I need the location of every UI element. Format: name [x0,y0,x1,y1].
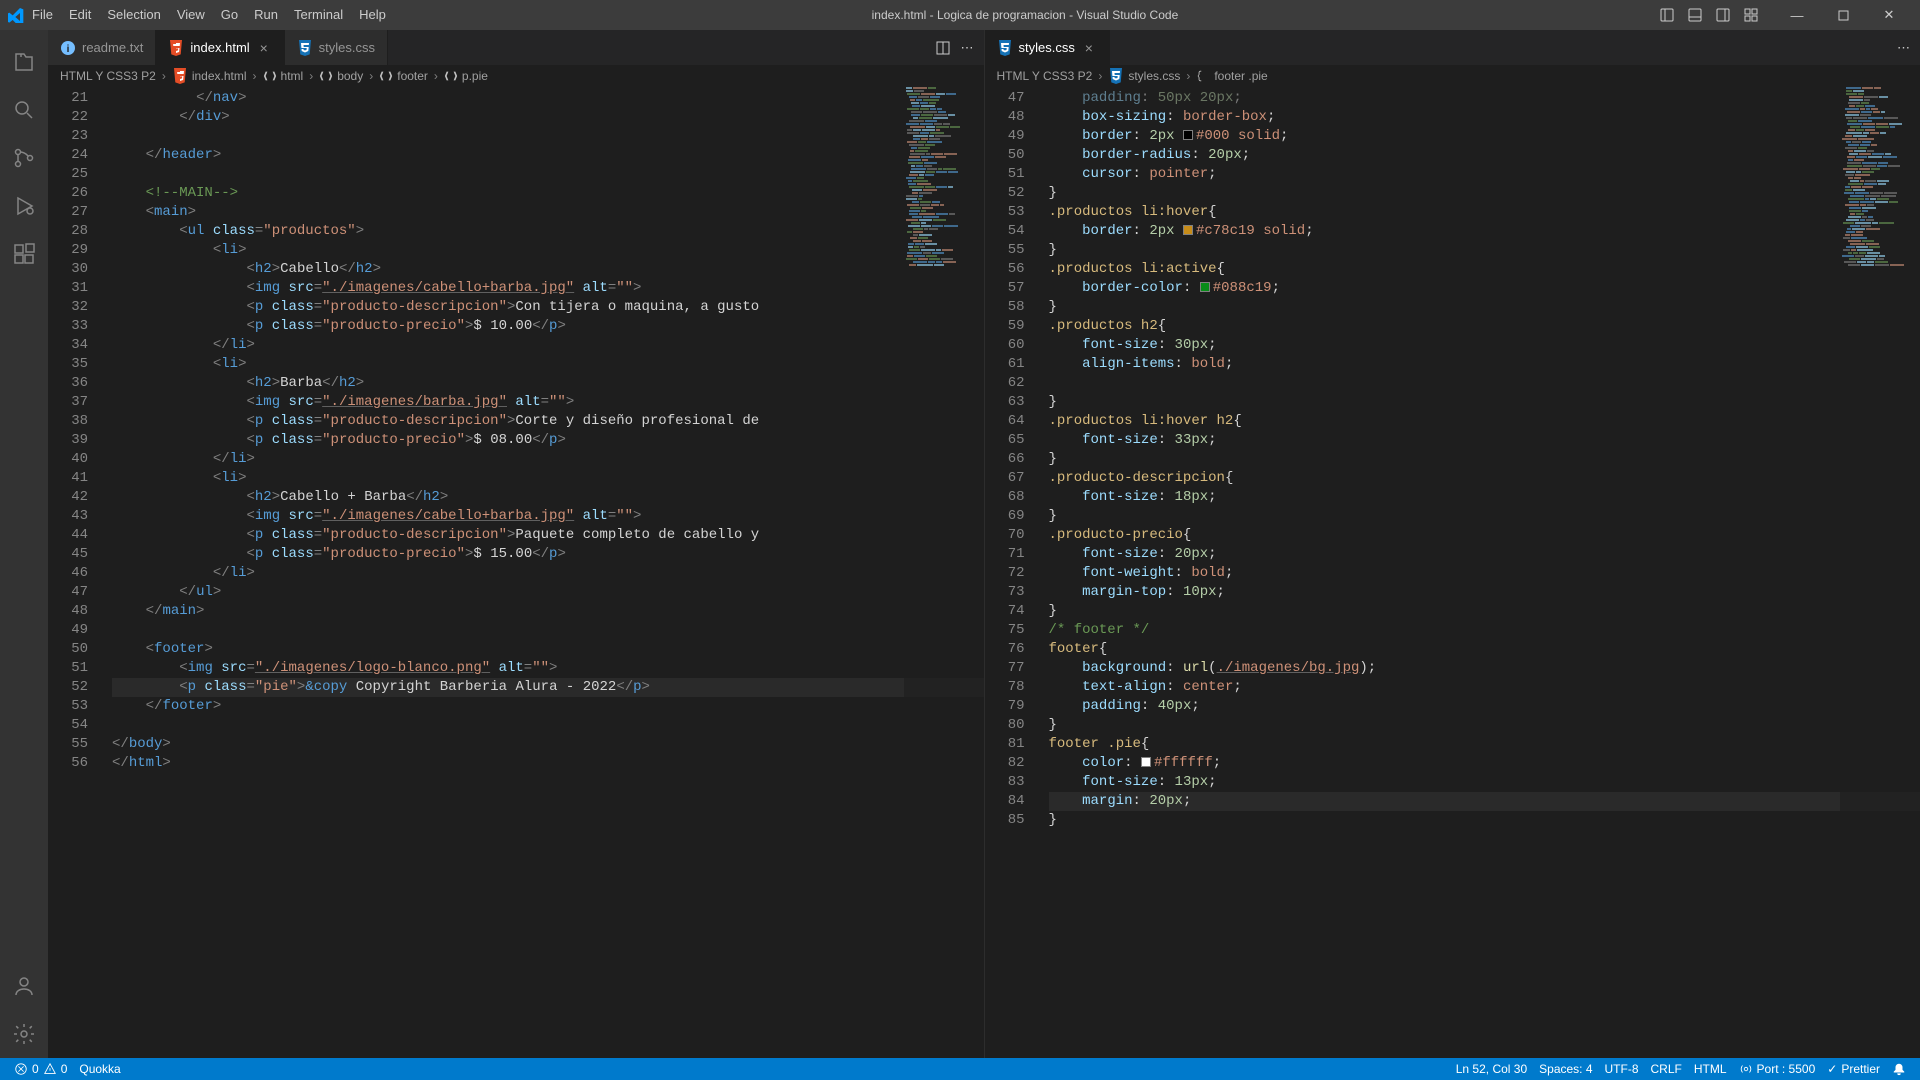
breadcrumb-left[interactable]: HTML Y CSS3 P2›index.html›html›body›foot… [48,65,984,87]
breadcrumb-item[interactable]: footer .pie [1196,69,1267,83]
tab-bar-right: styles.css × ⋯ [985,30,1920,65]
file-icon [997,40,1013,56]
activity-bar [0,30,48,1058]
status-language[interactable]: HTML [1688,1058,1733,1080]
customize-layout-icon[interactable] [1740,4,1762,26]
run-debug-icon[interactable] [0,182,48,230]
svg-text:i: i [67,44,70,55]
status-cursor-position[interactable]: Ln 52, Col 30 [1450,1058,1533,1080]
status-errors[interactable]: 0 0 [8,1058,73,1080]
breadcrumb-right[interactable]: HTML Y CSS3 P2›styles.css›footer .pie [985,65,1920,87]
tab-label: styles.css [1019,40,1075,55]
menu-edit[interactable]: Edit [61,0,99,30]
tab-readme-txt[interactable]: i readme.txt [48,30,156,65]
code-content-left[interactable]: </nav> </div> </header> <!--MAIN--> <mai… [106,87,984,1058]
status-bar: 0 0 Quokka Ln 52, Col 30 Spaces: 4 UTF-8… [0,1058,1920,1080]
file-icon [297,40,313,56]
status-encoding[interactable]: UTF-8 [1599,1058,1645,1080]
status-prettier[interactable]: ✓Prettier [1821,1058,1886,1080]
tab-label: readme.txt [82,40,143,55]
minimize-button[interactable]: — [1774,0,1820,30]
editor-pane-right: styles.css × ⋯ HTML Y CSS3 P2›styles.css›f… [985,30,1920,1058]
window-title: index.html - Logica de programacion - Vi… [394,8,1656,22]
file-icon: i [60,40,76,56]
file-icon [168,40,184,56]
menu-bar: File Edit Selection View Go Run Terminal… [24,0,394,30]
vscode-logo-icon [8,7,24,23]
editor-body-right[interactable]: 4748495051525354555657585960616263646566… [985,87,1920,1058]
close-button[interactable]: ✕ [1866,0,1912,30]
status-liveserver[interactable]: Port : 5500 [1733,1058,1822,1080]
extensions-icon[interactable] [0,230,48,278]
editor-pane-left: i readme.txt index.html × styles.css ⋯ HTML Y… [48,30,985,1058]
menu-view[interactable]: View [169,0,213,30]
status-indent[interactable]: Spaces: 4 [1533,1058,1598,1080]
breadcrumb-item[interactable]: body [319,69,363,83]
breadcrumb-item[interactable]: HTML Y CSS3 P2 [997,69,1093,83]
status-eol[interactable]: CRLF [1645,1058,1688,1080]
menu-selection[interactable]: Selection [99,0,168,30]
code-content-right[interactable]: padding: 50px 20px; box-sizing: border-b… [1043,87,1920,1058]
tab-label: index.html [190,40,249,55]
breadcrumb-item[interactable]: html [263,69,304,83]
toggle-panel-bottom-icon[interactable] [1684,4,1706,26]
gutter-right: 4748495051525354555657585960616263646566… [985,87,1043,1058]
breadcrumb-item[interactable]: HTML Y CSS3 P2 [60,69,156,83]
menu-go[interactable]: Go [213,0,246,30]
minimap-right[interactable] [1840,87,1920,1058]
toggle-panel-right-icon[interactable] [1712,4,1734,26]
explorer-icon[interactable] [0,38,48,86]
menu-terminal[interactable]: Terminal [286,0,351,30]
menu-file[interactable]: File [24,0,61,30]
settings-gear-icon[interactable] [0,1010,48,1058]
menu-help[interactable]: Help [351,0,394,30]
status-quokka[interactable]: Quokka [73,1058,126,1080]
breadcrumb-item[interactable]: index.html [172,68,247,84]
tab-styles-css[interactable]: styles.css [285,30,388,65]
breadcrumb-item[interactable]: footer [379,69,428,83]
maximize-button[interactable] [1820,0,1866,30]
window-controls: — ✕ [1774,0,1912,30]
accounts-icon[interactable] [0,962,48,1010]
more-icon[interactable]: ⋯ [1897,40,1910,56]
tab-index-html[interactable]: index.html × [156,30,284,65]
tab-styles-css[interactable]: styles.css × [985,30,1110,65]
layout-controls [1656,4,1762,26]
status-notifications-icon[interactable] [1886,1058,1912,1080]
title-bar: File Edit Selection View Go Run Terminal… [0,0,1920,30]
gutter-left: 2122232425262728293031323334353637383940… [48,87,106,1058]
close-icon[interactable]: × [256,40,272,56]
split-editor-icon[interactable] [935,40,951,56]
search-icon[interactable] [0,86,48,134]
breadcrumb-item[interactable]: styles.css [1108,68,1180,84]
close-icon[interactable]: × [1081,40,1097,56]
tab-bar-left: i readme.txt index.html × styles.css ⋯ [48,30,984,65]
main-layout: i readme.txt index.html × styles.css ⋯ HTML Y… [0,30,1920,1058]
minimap-left[interactable] [904,87,984,1058]
menu-run[interactable]: Run [246,0,286,30]
more-icon[interactable]: ⋯ [961,40,974,56]
editor-area: i readme.txt index.html × styles.css ⋯ HTML Y… [48,30,1920,1058]
source-control-icon[interactable] [0,134,48,182]
tab-label: styles.css [319,40,375,55]
breadcrumb-item[interactable]: p.pie [444,69,488,83]
toggle-panel-left-icon[interactable] [1656,4,1678,26]
editor-body-left[interactable]: 2122232425262728293031323334353637383940… [48,87,984,1058]
